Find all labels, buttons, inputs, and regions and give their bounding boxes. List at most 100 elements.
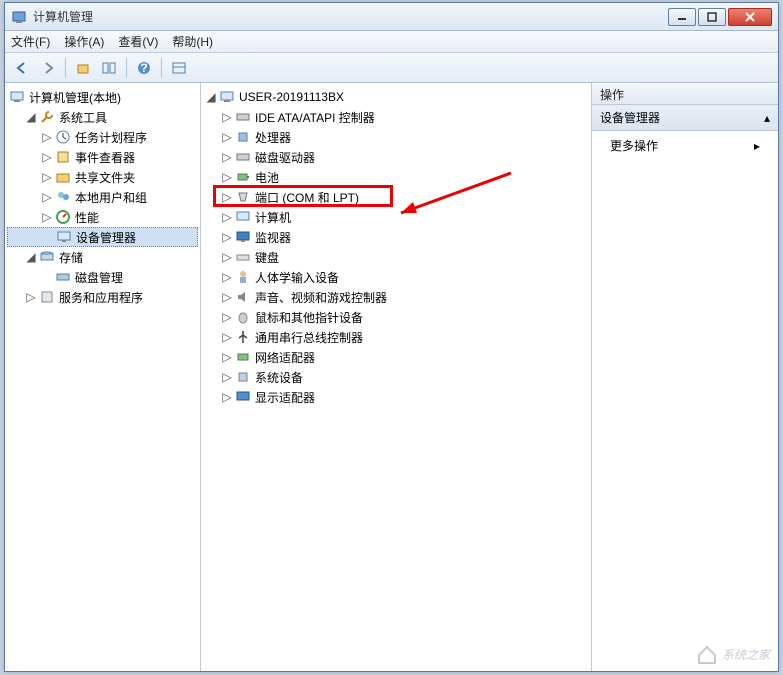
menu-file[interactable]: 文件(F) <box>11 33 50 50</box>
tree-task-scheduler[interactable]: ▷任务计划程序 <box>7 127 198 147</box>
back-button[interactable] <box>11 57 33 79</box>
device-network[interactable]: ▷ 网络适配器 <box>203 347 589 367</box>
label: 事件查看器 <box>75 149 135 166</box>
device-usb[interactable]: ▷ 通用串行总线控制器 <box>203 327 589 347</box>
tree-storage[interactable]: ◢ 存储 <box>7 247 198 267</box>
expand-icon[interactable]: ▷ <box>221 211 233 223</box>
tree-root[interactable]: 计算机管理(本地) <box>7 87 198 107</box>
tree-shared-folders[interactable]: ▷共享文件夹 <box>7 167 198 187</box>
label: 人体学输入设备 <box>255 269 339 286</box>
device-mouse[interactable]: ▷ 鼠标和其他指针设备 <box>203 307 589 327</box>
device-display[interactable]: ▷ 显示适配器 <box>203 387 589 407</box>
label: USER-20191113BX <box>239 90 344 104</box>
tree-device-manager[interactable]: 设备管理器 <box>7 227 198 247</box>
device-keyboard[interactable]: ▷ 键盘 <box>203 247 589 267</box>
device-ports[interactable]: ▷端口 (COM 和 LPT) <box>203 187 589 207</box>
collapse-icon[interactable]: ◢ <box>25 111 37 123</box>
cpu-icon <box>235 129 251 145</box>
drive-icon <box>235 149 251 165</box>
device-sysdev[interactable]: ▷系统设备 <box>203 367 589 387</box>
titlebar[interactable]: 计算机管理 <box>5 3 778 31</box>
panes-button[interactable] <box>98 57 120 79</box>
device-computer[interactable]: ▷计算机 <box>203 207 589 227</box>
label: 存储 <box>59 249 83 266</box>
tree-local-users[interactable]: ▷ 本地用户和组 <box>7 187 198 207</box>
expand-icon[interactable]: ▷ <box>221 271 233 283</box>
details-button[interactable] <box>168 57 190 79</box>
expand-icon[interactable]: ▷ <box>221 291 233 303</box>
collapse-icon[interactable]: ▴ <box>764 111 770 125</box>
label: 键盘 <box>255 249 279 266</box>
tree-event-viewer[interactable]: ▷ 事件查看器 <box>7 147 198 167</box>
maximize-button[interactable] <box>698 8 726 26</box>
label: 鼠标和其他指针设备 <box>255 309 363 326</box>
device-battery[interactable]: ▷电池 <box>203 167 589 187</box>
label: 本地用户和组 <box>75 189 147 206</box>
device-tree-pane[interactable]: ◢ USER-20191113BX ▷ IDE ATA/ATAPI 控制器 ▷处理器… <box>201 83 592 671</box>
collapse-icon[interactable]: ◢ <box>205 91 217 103</box>
expand-icon[interactable]: ▷ <box>221 391 233 403</box>
device-icon <box>56 229 72 245</box>
help-button[interactable]: ? <box>133 57 155 79</box>
close-button[interactable] <box>728 8 772 26</box>
tree-disk-mgmt[interactable]: 磁盘管理 <box>7 267 198 287</box>
label: 计算机管理(本地) <box>29 89 121 106</box>
menu-help[interactable]: 帮助(H) <box>172 33 213 50</box>
main-window: 计算机管理 文件(F) 操作(A) 查看(V) 帮助(H) ? 计算机管理(本地… <box>4 2 779 672</box>
label: 通用串行总线控制器 <box>255 329 363 346</box>
display-icon <box>235 389 251 405</box>
separator <box>161 58 162 78</box>
ide-icon <box>235 109 251 125</box>
toolbar: ? <box>5 53 778 83</box>
expand-icon[interactable]: ▷ <box>221 191 233 203</box>
expand-icon[interactable]: ▷ <box>221 371 233 383</box>
menu-view[interactable]: 查看(V) <box>118 33 158 50</box>
tree-sys-tools[interactable]: ◢系统工具 <box>7 107 198 127</box>
expand-icon[interactable]: ▷ <box>41 151 53 163</box>
label: 设备管理器 <box>76 229 136 246</box>
expand-icon[interactable]: ▷ <box>221 231 233 243</box>
device-hid[interactable]: ▷ 人体学输入设备 <box>203 267 589 287</box>
label: 网络适配器 <box>255 349 315 366</box>
more-actions[interactable]: 更多操作 ▸ <box>592 131 778 160</box>
minimize-button[interactable] <box>668 8 696 26</box>
label: IDE ATA/ATAPI 控制器 <box>255 109 375 126</box>
folder-icon <box>55 169 71 185</box>
tree-services[interactable]: ▷服务和应用程序 <box>7 287 198 307</box>
computer-icon <box>219 89 235 105</box>
device-root[interactable]: ◢ USER-20191113BX <box>203 87 589 107</box>
menu-action[interactable]: 操作(A) <box>64 33 104 50</box>
expand-icon[interactable]: ▷ <box>41 191 53 203</box>
expand-icon[interactable]: ▷ <box>221 111 233 123</box>
device-disk-drives[interactable]: ▷磁盘驱动器 <box>203 147 589 167</box>
expand-icon[interactable]: ▷ <box>221 131 233 143</box>
expand-icon[interactable]: ▷ <box>221 311 233 323</box>
forward-button[interactable] <box>37 57 59 79</box>
device-cpu[interactable]: ▷处理器 <box>203 127 589 147</box>
up-button[interactable] <box>72 57 94 79</box>
expand-icon[interactable]: ▷ <box>41 211 53 223</box>
body: 计算机管理(本地) ◢系统工具 ▷任务计划程序 ▷ 事件查看器 ▷共享文件夹 ▷ 本… <box>5 83 778 671</box>
label: 显示适配器 <box>255 389 315 406</box>
house-icon <box>696 643 718 665</box>
services-icon <box>39 289 55 305</box>
expand-icon[interactable]: ▷ <box>221 331 233 343</box>
label: 性能 <box>75 209 99 226</box>
expand-icon[interactable]: ▷ <box>41 131 53 143</box>
expand-icon[interactable]: ▷ <box>221 171 233 183</box>
device-monitor[interactable]: ▷监视器 <box>203 227 589 247</box>
device-ide[interactable]: ▷ IDE ATA/ATAPI 控制器 <box>203 107 589 127</box>
tree-performance[interactable]: ▷ 性能 <box>7 207 198 227</box>
left-tree-pane[interactable]: 计算机管理(本地) ◢系统工具 ▷任务计划程序 ▷ 事件查看器 ▷共享文件夹 ▷ 本… <box>5 83 201 671</box>
clock-icon <box>55 129 71 145</box>
expand-icon[interactable]: ▷ <box>25 291 37 303</box>
collapse-icon[interactable]: ◢ <box>25 251 37 263</box>
app-icon <box>11 9 27 25</box>
expand-icon[interactable]: ▷ <box>221 251 233 263</box>
expand-icon[interactable]: ▷ <box>221 151 233 163</box>
actions-section[interactable]: 设备管理器 ▴ <box>592 105 778 131</box>
expand-icon[interactable]: ▷ <box>41 171 53 183</box>
expand-icon[interactable]: ▷ <box>221 351 233 363</box>
device-sound[interactable]: ▷声音、视频和游戏控制器 <box>203 287 589 307</box>
svg-text:?: ? <box>140 61 147 75</box>
